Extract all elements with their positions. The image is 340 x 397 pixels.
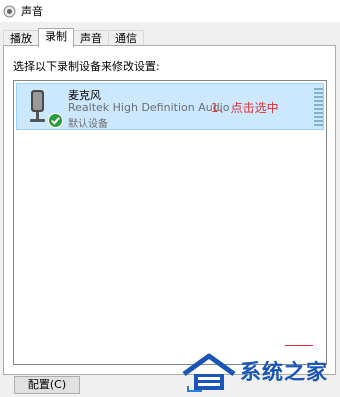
- device-status: 默认设备: [68, 119, 108, 130]
- instruction-text: 选择以下录制设备来修改设置:: [13, 60, 160, 73]
- annotation-text: 1、点击选中: [211, 101, 279, 115]
- configure-button[interactable]: 配置(C): [14, 376, 80, 394]
- device-description: Realtek High Definition Audio: [68, 101, 230, 114]
- level-meter: [314, 88, 323, 126]
- recording-panel: 选择以下录制设备来修改设置: 麦克风 Realtek High Definiti…: [3, 45, 336, 375]
- watermark: 系统之家: [180, 348, 338, 394]
- watermark-text: 系统之家: [240, 360, 328, 384]
- speaker-icon: [3, 5, 16, 18]
- window-title: 声音: [21, 5, 43, 18]
- device-list[interactable]: 麦克风 Realtek High Definition Audio 默认设备 1…: [13, 80, 327, 365]
- watermark-logo-icon: [182, 353, 236, 392]
- checkmark-icon: [48, 113, 63, 128]
- device-item-microphone[interactable]: 麦克风 Realtek High Definition Audio 默认设备 1…: [16, 83, 324, 130]
- tab-recording[interactable]: 录制: [38, 28, 74, 47]
- tab-bar: 播放 录制 声音 通信: [3, 28, 144, 47]
- annotation-underline: [285, 345, 313, 346]
- title-bar: 声音: [0, 0, 340, 22]
